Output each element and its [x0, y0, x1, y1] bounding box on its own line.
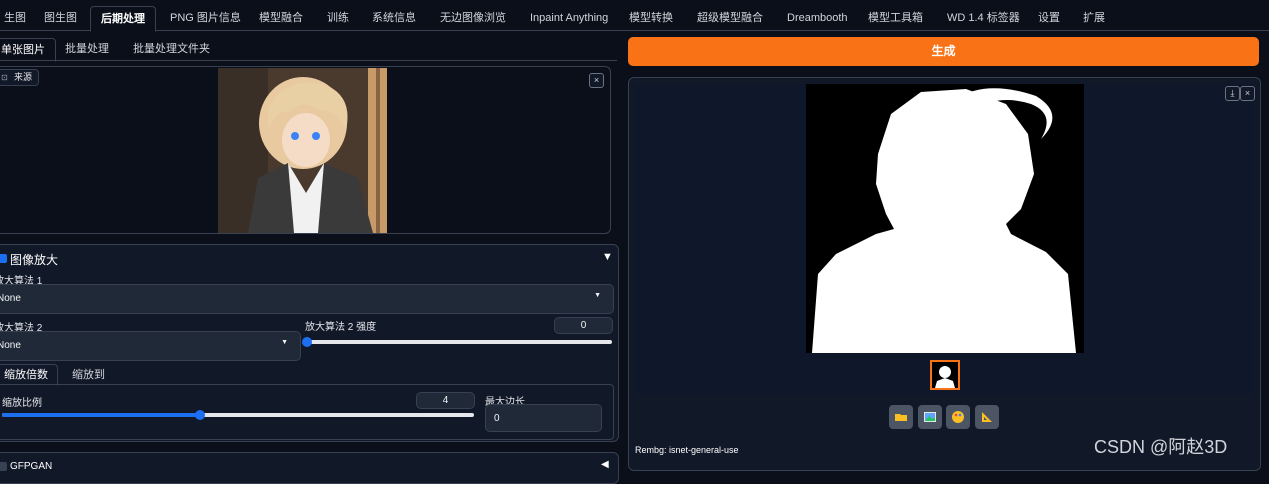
tab-model-toolkit[interactable]: 模型工具箱 [858, 6, 933, 30]
gfpgan-title: GFPGAN [10, 461, 53, 472]
upscale-enable-checkbox[interactable] [0, 254, 7, 263]
main-tab-bar: 生图 图生图 后期处理 PNG 图片信息 模型融合 训练 系统信息 无边图像浏览… [0, 0, 1269, 32]
source-label-badge: ⊡ 来源 [0, 69, 40, 86]
source-image [218, 68, 387, 233]
picture-icon [924, 412, 936, 422]
tab-model-converter[interactable]: 模型转换 [619, 6, 683, 30]
tab-checkpoint-merger[interactable]: 模型融合 [249, 6, 313, 30]
watermark: CSDN @阿赵3D [1094, 437, 1228, 457]
gfpgan-enable-checkbox[interactable] [0, 462, 7, 471]
tab-settings[interactable]: 设置 [1028, 6, 1070, 30]
ratio-input[interactable]: 4 [416, 392, 475, 409]
tab-img2img[interactable]: 图生图 [34, 6, 87, 30]
output-thumbnail[interactable] [930, 360, 960, 390]
download-icon[interactable]: ⤓ [1225, 86, 1240, 101]
source-label: 来源 [14, 72, 33, 82]
tab-dreambooth[interactable]: Dreambooth [777, 6, 858, 30]
ratio-slider[interactable] [2, 410, 474, 420]
chevron-down-icon: ▼ [281, 339, 288, 346]
tab-extras[interactable]: 后期处理 [90, 6, 156, 32]
tab-txt2img[interactable]: 生图 [0, 6, 36, 30]
source-image-panel[interactable]: ⊡ 来源 × [0, 66, 611, 234]
expand-triangle-icon[interactable]: ◀ [601, 459, 609, 470]
algo1-dropdown[interactable]: None ▼ [0, 284, 614, 314]
generate-button[interactable]: 生成 [628, 37, 1259, 66]
tab-extensions[interactable]: 扩展 [1073, 6, 1115, 30]
subtab-single-image[interactable]: 单张图片 [0, 38, 56, 62]
send-to-extras-button[interactable] [975, 405, 999, 429]
ratio-fill [2, 413, 201, 417]
algo2-strength-handle[interactable] [302, 337, 312, 347]
open-folder-button[interactable] [889, 405, 913, 429]
algo2-dropdown[interactable]: None ▼ [0, 331, 301, 361]
tab-scale-by[interactable]: 缩放倍数 [0, 364, 58, 386]
tab-train[interactable]: 训练 [317, 6, 359, 30]
subtab-batch-folder[interactable]: 批量处理文件夹 [123, 38, 220, 60]
output-close-icon[interactable]: × [1240, 86, 1255, 101]
upscale-title: 图像放大 [10, 253, 59, 267]
source-close-icon[interactable]: × [589, 73, 604, 88]
triangle-ruler-icon [982, 412, 992, 422]
send-to-img2img-button[interactable] [918, 405, 942, 429]
folder-icon [895, 414, 907, 421]
subtab-batch-process[interactable]: 批量处理 [55, 38, 119, 60]
image-icon: ⊡ [1, 73, 8, 82]
chevron-down-icon: ▼ [594, 292, 601, 299]
generation-info: Rembg: isnet-general-use [635, 445, 739, 455]
algo2-strength-label: 放大算法 2 强度 [305, 322, 377, 333]
tab-wd14-tagger[interactable]: WD 1.4 标签器 [937, 6, 1030, 30]
tab-png-info[interactable]: PNG 图片信息 [160, 6, 251, 30]
algo1-value: None [0, 293, 21, 304]
tab-scale-to[interactable]: 缩放到 [72, 365, 105, 385]
output-mask-image [806, 84, 1084, 353]
subtab-divider [0, 60, 617, 61]
collapse-triangle-icon[interactable]: ▼ [602, 251, 613, 263]
palette-icon [952, 411, 964, 423]
output-panel: ⤓ × Rembg: isnet-general-use [628, 77, 1261, 471]
tab-inpaint-anything[interactable]: Inpaint Anything [520, 6, 618, 30]
silhouette-icon [935, 366, 955, 388]
tab-super-merger[interactable]: 超级模型融合 [687, 6, 773, 30]
gfpgan-panel[interactable]: GFPGAN ◀ [0, 452, 619, 484]
upscale-panel: 图像放大 ▼ 放大算法 1 None ▼ 放大算法 2 None ▼ 放大算法 … [0, 244, 619, 442]
max-edge-input[interactable]: 0 [485, 404, 602, 432]
ratio-label: 缩放比例 [2, 398, 42, 409]
algo2-strength-slider[interactable] [302, 337, 612, 347]
algo2-value: None [0, 340, 21, 351]
send-to-inpaint-button[interactable] [946, 405, 970, 429]
algo2-strength-input[interactable]: 0 [554, 317, 613, 334]
tab-system-info[interactable]: 系统信息 [362, 6, 426, 30]
tab-infinite-image-browsing[interactable]: 无边图像浏览 [430, 6, 516, 30]
